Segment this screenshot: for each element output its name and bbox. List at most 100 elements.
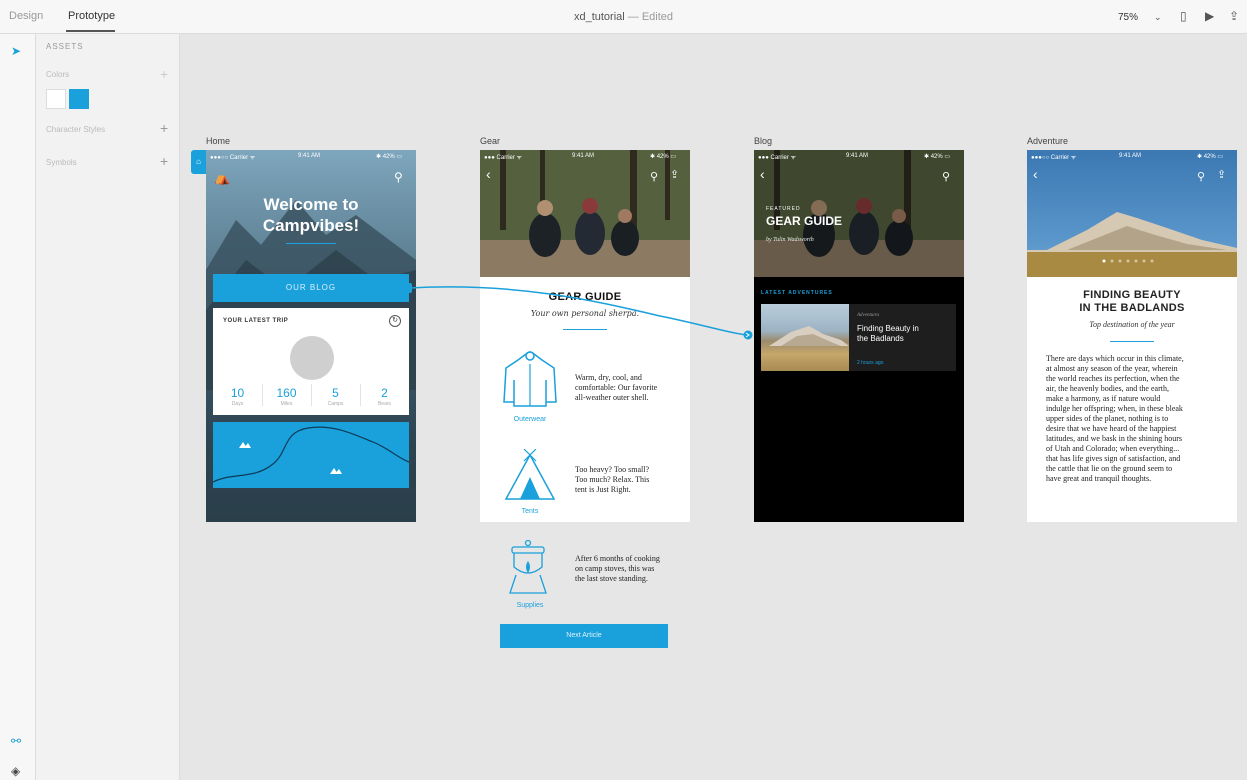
back-chevron-icon[interactable]: ‹ <box>486 166 491 182</box>
article-body-line: latitudes, and we bask in the shining ho… <box>1046 434 1182 443</box>
stat-label: Miles <box>280 401 293 407</box>
symbols-label: Symbols <box>46 158 77 167</box>
tool-bar: ➤ ⚯ ◈ <box>0 34 36 780</box>
welcome-line-1: Welcome to <box>263 195 359 214</box>
stat-label: Days <box>231 401 244 407</box>
camp-stove-icon <box>509 539 547 594</box>
search-icon[interactable]: ⚲ <box>650 170 658 183</box>
clock: 9:41 AM <box>1119 153 1142 159</box>
share-icon[interactable]: ⇪ <box>1229 9 1239 23</box>
assets-title: ASSETS <box>46 42 84 51</box>
tent-icon <box>504 449 556 500</box>
select-tool-icon[interactable]: ➤ <box>11 44 21 58</box>
adventure-timestamp: 2 hours ago <box>857 360 884 366</box>
item-label-supplies[interactable]: Supplies <box>500 602 560 609</box>
link-tool-icon[interactable]: ⚯ <box>11 734 21 748</box>
top-bar: Design Prototype xd_tutorial — Edited 75… <box>0 0 1247 34</box>
article-body-line: upper sides of the planet, nothing is to <box>1046 414 1169 423</box>
add-color-icon[interactable]: + <box>160 67 168 81</box>
status-bar: ●●●○○ Carrier ᯤ 9:41 AM ✱ 42% ▭ <box>206 150 416 162</box>
article-body-line: of Utah and Colorado; when everything... <box>1046 444 1180 453</box>
campvibes-logo-icon: ⛺ <box>214 170 231 185</box>
home-marker-icon[interactable]: ⌂ <box>191 150 206 174</box>
adventure-card[interactable]: Adventures Finding Beauty in the Badland… <box>761 304 956 371</box>
article-body: There are days which occur in this clima… <box>1046 354 1222 484</box>
article-title-line: IN THE BADLANDS <box>1079 302 1185 314</box>
article-body-line: indulge her offspring; when, in these bl… <box>1046 404 1183 413</box>
back-chevron-icon[interactable]: ‹ <box>1033 166 1038 182</box>
clock: 9:41 AM <box>846 153 869 159</box>
stat-miles: 160 Miles <box>262 386 311 407</box>
color-swatch-blue[interactable] <box>69 89 89 109</box>
share-icon[interactable]: ⇪ <box>670 168 679 181</box>
stat-bears: 2 Bears <box>360 386 409 407</box>
item-description-line: Too heavy? Too small? <box>575 465 650 474</box>
artboard-blog[interactable]: ●●● Carrier ᯤ 9:41 AM ✱ 42% ▭ ‹ ⚲ FEATUR… <box>754 150 964 522</box>
item-label-tents[interactable]: Tents <box>500 508 560 515</box>
assets-panel: ASSETS Colors + Character Styles + Symbo… <box>36 34 180 780</box>
gear-title: GEAR GUIDE <box>548 291 622 303</box>
featured-label: FEATURED <box>766 206 801 212</box>
stat-value: 160 <box>276 386 297 400</box>
article-body-line: that has life gives sign of satisfaction… <box>1046 454 1181 463</box>
our-blog-button[interactable]: OUR BLOG <box>213 274 409 302</box>
next-article-button[interactable]: Next Article <box>500 624 668 648</box>
artboard-label-home[interactable]: Home <box>206 136 230 146</box>
add-symbol-icon[interactable]: + <box>160 154 168 168</box>
trip-map-card[interactable] <box>212 422 410 488</box>
status-bar: ●●● Carrier ᯤ 9:41 AM ✱ 42% ▭ <box>480 150 690 162</box>
featured-headline[interactable]: GEAR GUIDE <box>766 214 842 228</box>
document-name: xd_tutorial <box>573 11 625 23</box>
item-description-line: comfortable: Our favorite <box>575 383 658 392</box>
article-divider <box>1110 341 1154 342</box>
back-chevron-icon[interactable]: ‹ <box>760 166 765 182</box>
carrier: ●●● Carrier ᯤ <box>758 155 797 161</box>
badlands-photo <box>1027 212 1237 277</box>
layers-icon[interactable]: ◈ <box>11 764 20 778</box>
status-bar: ●●●○○ Carrier ᯤ 9:41 AM ✱ 42% ▭ <box>1027 150 1237 162</box>
search-icon[interactable]: ⚲ <box>394 170 403 184</box>
search-icon[interactable]: ⚲ <box>942 170 950 183</box>
add-character-style-icon[interactable]: + <box>160 121 168 135</box>
stat-camps: 5 Camps <box>311 386 360 407</box>
article-body-line: the cattle that lie on the ground seem t… <box>1046 464 1173 473</box>
stat-value: 2 <box>381 386 388 400</box>
zoom-dropdown-icon[interactable]: ⌄ <box>1154 12 1162 23</box>
search-icon[interactable]: ⚲ <box>1197 170 1205 183</box>
battery: ✱ 42% ▭ <box>924 154 951 160</box>
article-body-line: the world reaches its perfection, when t… <box>1046 374 1180 383</box>
article-title: FINDING BEAUTY IN THE BADLANDS <box>1027 289 1237 315</box>
item-description-line: tent is Just Right. <box>575 485 631 494</box>
latest-trip-card[interactable]: YOUR LATEST TRIP ↻ 10 Days 160 Miles 5 C… <box>213 308 409 415</box>
design-canvas[interactable]: Home ⌂ ●●●○○ Carrier ᯤ 9:41 AM ✱ 42% ▭ ⛺… <box>180 34 1247 780</box>
item-description-line: Warm, dry, cool, and <box>575 373 642 382</box>
play-preview-icon[interactable]: ▶ <box>1205 9 1214 23</box>
trip-avatar <box>290 336 334 380</box>
artboard-gear[interactable]: ●●● Carrier ᯤ 9:41 AM ✱ 42% ▭ ‹ ⚲ ⇪ GEAR… <box>480 150 690 522</box>
color-swatch-white[interactable] <box>46 89 66 109</box>
item-description-line: all-weather outer shell. <box>575 393 649 402</box>
zoom-level[interactable]: 75% <box>1118 12 1138 23</box>
stat-label: Bears <box>377 401 392 407</box>
blog-feed: LATEST ADVENTURES Adventures Finding Bea… <box>754 277 964 522</box>
share-icon[interactable]: ⇪ <box>1217 168 1226 181</box>
artboard-adventure[interactable]: ●●●○○ Carrier ᯤ 9:41 AM ✱ 42% ▭ ‹ ⚲ ⇪ FI… <box>1027 150 1237 522</box>
artboard-label-blog[interactable]: Blog <box>754 136 772 146</box>
item-label-outerwear[interactable]: Outerwear <box>500 416 560 423</box>
adventure-title-line: Finding Beauty in <box>857 324 919 333</box>
article-body-line: make a harmony, as if nature would <box>1046 394 1161 403</box>
carrier: ●●●○○ Carrier ᯤ <box>1031 155 1077 161</box>
campers-photo <box>480 150 690 277</box>
artboard-label-adventure[interactable]: Adventure <box>1027 136 1068 146</box>
stat-days: 10 Days <box>213 386 262 407</box>
artboard-label-gear[interactable]: Gear <box>480 136 500 146</box>
artboard-home[interactable]: ●●●○○ Carrier ᯤ 9:41 AM ✱ 42% ▭ ⛺ ⚲ Welc… <box>206 150 416 522</box>
character-styles-label: Character Styles <box>46 125 106 134</box>
colors-label: Colors <box>46 70 70 79</box>
item-description-supplies: After 6 months of cooking on camp stoves… <box>575 554 660 584</box>
article-body-line: desire that we have heard of the happies… <box>1046 424 1177 433</box>
article-content: FINDING BEAUTY IN THE BADLANDS Top desti… <box>1027 277 1237 522</box>
device-preview-icon[interactable]: ▯ <box>1180 9 1187 23</box>
clock: 9:41 AM <box>298 153 321 159</box>
refresh-icon[interactable]: ↻ <box>389 315 401 327</box>
